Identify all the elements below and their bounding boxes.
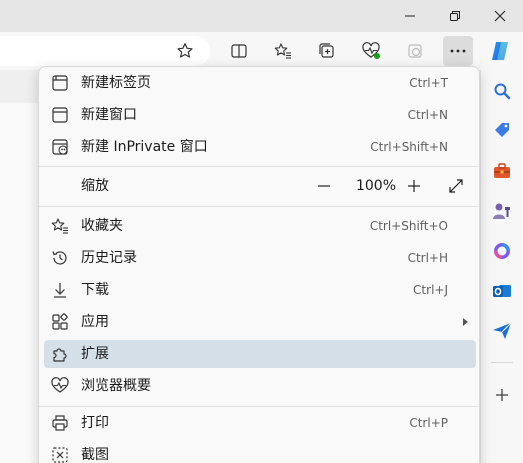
split-screen-icon [231, 44, 247, 58]
menu-item-history[interactable]: 历史记录 Ctrl+H [44, 244, 476, 272]
menu-item-shortcut: Ctrl+J [413, 283, 448, 297]
menu-item-favorites[interactable]: 收藏夹 Ctrl+Shift+O [44, 212, 476, 240]
sidebar [480, 70, 523, 463]
favorites-icon [50, 216, 70, 236]
zoom-label: 缩放 [81, 178, 109, 194]
browser-essentials-icon [50, 376, 70, 396]
settings-menu: 新建标签页 Ctrl+T 新建窗口 Ctrl+N 新建 InPrivate 窗口… [38, 66, 480, 463]
menu-item-label: 扩展 [81, 346, 109, 362]
fullscreen-icon [449, 179, 463, 193]
sidebar-tools-button[interactable] [489, 158, 515, 184]
favorites-button[interactable] [268, 36, 298, 66]
menu-item-print[interactable]: 打印 Ctrl+P [44, 409, 476, 437]
sidebar-m365-button[interactable] [489, 238, 515, 264]
zoom-in-button[interactable] [402, 172, 426, 200]
minimize-icon [405, 15, 415, 17]
menu-item-label: 截图 [81, 447, 109, 463]
screenshot-icon [50, 445, 70, 463]
drop-icon [493, 322, 512, 339]
menu-item-shortcut: Ctrl+T [409, 76, 448, 90]
search-icon [494, 83, 511, 100]
fullscreen-button[interactable] [443, 172, 469, 200]
menu-item-downloads[interactable]: 下载 Ctrl+J [44, 276, 476, 304]
plus-icon [408, 180, 420, 192]
restore-button[interactable] [440, 4, 470, 28]
title-bar [0, 0, 523, 32]
menu-item-zoom: 缩放 100% [44, 172, 476, 200]
heart-pulse-icon [362, 42, 380, 59]
sidebar-search-button[interactable] [489, 78, 515, 104]
extensions-icon [50, 344, 70, 364]
minimize-button[interactable] [395, 4, 425, 28]
menu-item-extensions[interactable]: 扩展 [44, 340, 476, 368]
menu-item-label: 浏览器概要 [81, 378, 151, 394]
menu-item-shortcut: Ctrl+N [407, 108, 448, 122]
outlook-icon [493, 285, 511, 297]
sidebar-drop-button[interactable] [489, 318, 515, 344]
menu-item-screenshot[interactable]: 截图 [44, 441, 476, 463]
zoom-value-text: 100% [355, 178, 397, 194]
menu-divider [39, 166, 479, 167]
menu-item-label: 新建标签页 [81, 75, 151, 91]
split-screen-button[interactable] [224, 36, 254, 66]
new-tab-icon [50, 73, 70, 93]
menu-item-apps[interactable]: 应用 [44, 308, 476, 336]
toolbar [0, 32, 523, 70]
more-dots-icon [450, 49, 466, 53]
restore-icon [450, 11, 460, 21]
copilot-button[interactable] [485, 36, 515, 66]
close-button[interactable] [485, 4, 515, 28]
add-icon [496, 389, 508, 401]
extension-disabled-icon [408, 44, 422, 58]
menu-item-shortcut: Ctrl+H [407, 251, 448, 265]
menu-item-shortcut: Ctrl+Shift+O [369, 219, 448, 233]
inprivate-icon [50, 137, 70, 157]
print-icon [50, 413, 70, 433]
menu-item-new-window[interactable]: 新建窗口 Ctrl+N [44, 101, 476, 129]
menu-item-new-inprivate[interactable]: 新建 InPrivate 窗口 Ctrl+Shift+N [44, 133, 476, 161]
menu-item-label: 打印 [81, 415, 109, 431]
star-outline-icon [177, 43, 193, 58]
collections-button[interactable] [312, 36, 342, 66]
close-icon [494, 10, 506, 22]
more-button[interactable] [443, 36, 473, 66]
microsoft365-icon [494, 243, 510, 259]
menu-item-new-tab[interactable]: 新建标签页 Ctrl+T [44, 69, 476, 97]
browser-essentials-button[interactable] [356, 36, 386, 66]
zoom-value: 100% [344, 172, 408, 200]
menu-item-label: 应用 [81, 314, 109, 330]
sidebar-outlook-button[interactable] [489, 278, 515, 304]
add-favorite-button[interactable] [170, 36, 200, 66]
tools-icon [494, 163, 510, 178]
shopping-tag-icon [495, 123, 509, 137]
history-icon [50, 248, 70, 268]
collections-icon [319, 43, 334, 58]
menu-item-label: 新建窗口 [81, 107, 137, 123]
sidebar-shopping-button[interactable] [489, 118, 515, 144]
download-icon [50, 280, 70, 300]
menu-item-label: 收藏夹 [81, 218, 123, 234]
menu-item-shortcut: Ctrl+Shift+N [370, 140, 448, 154]
menu-item-shortcut: Ctrl+P [409, 416, 448, 430]
apps-icon [50, 312, 70, 332]
sidebar-add-button[interactable] [489, 382, 515, 408]
menu-item-label: 历史记录 [81, 250, 137, 266]
minus-icon [318, 185, 330, 187]
favorites-icon [274, 43, 291, 59]
menu-divider [39, 206, 479, 207]
menu-item-label: 下载 [81, 282, 109, 298]
sidebar-divider [491, 362, 513, 363]
sidebar-games-button[interactable] [489, 198, 515, 224]
menu-divider [39, 406, 479, 407]
extension-button[interactable] [400, 36, 430, 66]
games-icon [493, 203, 510, 219]
menu-item-browser-essentials[interactable]: 浏览器概要 [44, 372, 476, 400]
zoom-out-button[interactable] [312, 172, 336, 200]
submenu-arrow-icon [463, 318, 468, 326]
copilot-icon [492, 42, 508, 60]
menu-item-label: 新建 InPrivate 窗口 [81, 139, 208, 155]
new-window-icon [50, 105, 70, 125]
